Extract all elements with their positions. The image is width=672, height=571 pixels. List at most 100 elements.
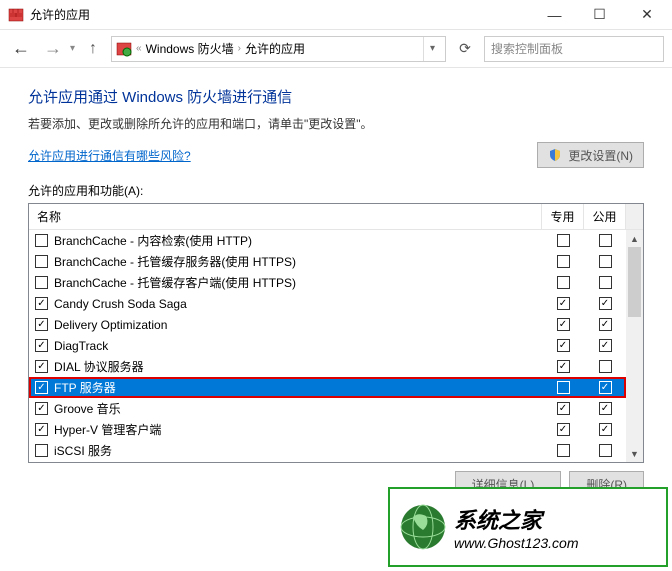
public-checkbox[interactable]: ✓ [599,402,612,415]
public-checkbox[interactable] [599,360,612,373]
app-checkbox[interactable] [35,444,48,457]
app-name: Hyper-V 管理客户端 [54,421,161,438]
maximize-button[interactable]: ☐ [577,0,622,29]
firewall-icon [8,7,24,23]
scroll-down-button[interactable]: ▼ [626,445,643,462]
private-checkbox[interactable]: ✓ [557,423,570,436]
chevron-right-icon: › [238,43,241,54]
scroll-track[interactable] [626,247,643,445]
change-settings-button[interactable]: 更改设置(N) [537,142,644,168]
app-name: Candy Crush Soda Saga [54,297,187,311]
breadcrumb-item[interactable]: Windows 防火墙 [146,40,234,57]
window-buttons: — ☐ ✕ [532,0,672,29]
public-checkbox[interactable]: ✓ [599,423,612,436]
change-settings-label: 更改设置(N) [568,147,633,164]
scroll-thumb[interactable] [628,247,641,317]
titlebar: 允许的应用 — ☐ ✕ [0,0,672,30]
public-checkbox[interactable] [599,255,612,268]
list-item[interactable]: ✓ DiagTrack ✓ ✓ [29,335,626,356]
control-panel-icon [116,41,132,57]
app-name: DiagTrack [54,339,108,353]
app-checkbox[interactable]: ✓ [35,297,48,310]
public-checkbox[interactable] [599,276,612,289]
breadcrumb-dropdown[interactable]: ▾ [423,37,441,61]
page-subheading: 若要添加、更改或删除所允许的应用和端口，请单击"更改设置"。 [28,115,644,132]
list-item[interactable]: ✓ Groove 音乐 ✓ ✓ [29,398,626,419]
list-item[interactable]: iSCSI 服务 [29,440,626,461]
list-item[interactable]: ✓ DIAL 协议服务器 ✓ [29,356,626,377]
column-private[interactable]: 专用 [542,204,584,229]
search-input[interactable]: 搜索控制面板 [484,36,664,62]
risk-link[interactable]: 允许应用进行通信有哪些风险? [28,147,191,164]
app-name: iSCSI 服务 [54,442,112,459]
app-checkbox[interactable] [35,234,48,247]
public-checkbox[interactable]: ✓ [599,381,612,394]
app-checkbox[interactable]: ✓ [35,360,48,373]
public-checkbox[interactable] [599,444,612,457]
list-item[interactable]: BranchCache - 托管缓存服务器(使用 HTTPS) [29,251,626,272]
public-checkbox[interactable]: ✓ [599,297,612,310]
private-checkbox[interactable]: ✓ [557,402,570,415]
list-item[interactable]: ✓ Candy Crush Soda Saga ✓ ✓ [29,293,626,314]
private-checkbox[interactable] [557,276,570,289]
list-item[interactable]: ✓ Delivery Optimization ✓ ✓ [29,314,626,335]
list-header: 名称 专用 公用 [29,204,643,230]
watermark-name: 系统之家 [454,503,579,535]
list-item[interactable]: ✓ FTP 服务器 ✓ [29,377,626,398]
private-checkbox[interactable] [557,444,570,457]
minimize-button[interactable]: — [532,0,577,29]
page-heading: 允许应用通过 Windows 防火墙进行通信 [28,86,644,107]
private-checkbox[interactable] [557,255,570,268]
scrollbar[interactable]: ▲ ▼ [626,230,643,462]
watermark-url: www.Ghost123.com [454,535,579,551]
list-label: 允许的应用和功能(A): [28,182,644,199]
app-name: BranchCache - 内容检索(使用 HTTP) [54,232,252,249]
app-checkbox[interactable] [35,255,48,268]
forward-button[interactable]: → [40,36,66,62]
up-button[interactable]: ↑ [81,37,105,61]
app-checkbox[interactable] [35,276,48,289]
app-checkbox[interactable]: ✓ [35,381,48,394]
column-public[interactable]: 公用 [584,204,626,229]
list-item[interactable]: BranchCache - 内容检索(使用 HTTP) [29,230,626,251]
close-button[interactable]: ✕ [622,0,672,29]
app-checkbox[interactable]: ✓ [35,339,48,352]
refresh-button[interactable]: ⟳ [452,36,478,62]
history-dropdown[interactable]: ▾ [70,43,75,54]
app-name: Groove 音乐 [54,400,121,417]
shield-icon [548,148,562,162]
app-name: BranchCache - 托管缓存服务器(使用 HTTPS) [54,253,296,270]
public-checkbox[interactable]: ✓ [599,318,612,331]
app-checkbox[interactable]: ✓ [35,423,48,436]
window-title: 允许的应用 [30,6,532,23]
content-area: 允许应用通过 Windows 防火墙进行通信 若要添加、更改或删除所允许的应用和… [0,68,672,497]
app-name: Delivery Optimization [54,318,167,332]
app-checkbox[interactable]: ✓ [35,402,48,415]
private-checkbox[interactable]: ✓ [557,339,570,352]
list-body: BranchCache - 内容检索(使用 HTTP) BranchCache -… [29,230,643,462]
allowed-apps-list: 名称 专用 公用 BranchCache - 内容检索(使用 HTTP)Bran… [28,203,644,463]
separator-icon: « [136,43,142,54]
scroll-up-button[interactable]: ▲ [626,230,643,247]
list-item[interactable]: BranchCache - 托管缓存客户端(使用 HTTPS) [29,272,626,293]
private-checkbox[interactable] [557,234,570,247]
list-item[interactable]: ✓ Hyper-V 管理客户端 ✓ ✓ [29,419,626,440]
watermark: 系统之家 www.Ghost123.com [388,487,668,567]
scrollbar-header [626,204,643,229]
private-checkbox[interactable]: ✓ [557,318,570,331]
back-button[interactable]: ← [8,36,34,62]
globe-icon [398,502,448,552]
app-name: FTP 服务器 [54,379,116,396]
nav-row: ← → ▾ ↑ « Windows 防火墙 › 允许的应用 ▾ ⟳ 搜索控制面板 [0,30,672,68]
private-checkbox[interactable] [557,381,570,394]
column-name[interactable]: 名称 [29,204,542,229]
app-name: DIAL 协议服务器 [54,358,144,375]
breadcrumb-item[interactable]: 允许的应用 [245,40,305,57]
breadcrumb[interactable]: « Windows 防火墙 › 允许的应用 ▾ [111,36,446,62]
private-checkbox[interactable]: ✓ [557,297,570,310]
app-checkbox[interactable]: ✓ [35,318,48,331]
private-checkbox[interactable]: ✓ [557,360,570,373]
public-checkbox[interactable] [599,234,612,247]
public-checkbox[interactable]: ✓ [599,339,612,352]
app-name: BranchCache - 托管缓存客户端(使用 HTTPS) [54,274,296,291]
